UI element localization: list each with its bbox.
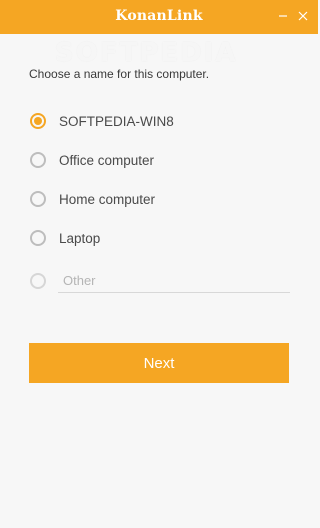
close-button[interactable] xyxy=(293,6,313,26)
option-laptop[interactable]: Laptop xyxy=(30,227,290,249)
title-bar[interactable]: KonanLink xyxy=(0,0,318,34)
app-window: KonanLink SOFTPEDIA Choose a name for th… xyxy=(0,0,318,528)
option-office-computer[interactable]: Office computer xyxy=(30,149,290,171)
radio-selected[interactable] xyxy=(30,113,46,129)
app-title: KonanLink xyxy=(115,8,203,24)
other-name-input[interactable] xyxy=(58,269,290,293)
option-label: Laptop xyxy=(59,230,101,246)
radio-other[interactable] xyxy=(30,273,46,289)
option-other xyxy=(30,268,290,294)
minimize-icon xyxy=(279,15,287,17)
option-home-computer[interactable]: Home computer xyxy=(30,188,290,210)
radio-unselected[interactable] xyxy=(30,230,46,246)
minimize-button[interactable] xyxy=(273,6,293,26)
option-softpedia-win8[interactable]: SOFTPEDIA-WIN8 xyxy=(30,110,290,132)
next-button[interactable]: Next xyxy=(29,343,289,383)
option-label: Home computer xyxy=(59,191,156,207)
close-icon xyxy=(298,11,308,21)
option-label: SOFTPEDIA-WIN8 xyxy=(59,113,174,129)
radio-unselected[interactable] xyxy=(30,152,46,168)
prompt-text: Choose a name for this computer. xyxy=(29,67,210,81)
option-label: Office computer xyxy=(59,152,155,168)
softpedia-watermark: SOFTPEDIA xyxy=(55,38,238,68)
radio-unselected[interactable] xyxy=(30,191,46,207)
